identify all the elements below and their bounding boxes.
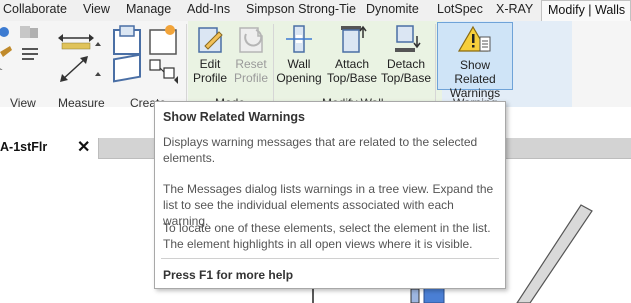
panel-label-view: View	[10, 96, 36, 110]
tab-lotspec[interactable]: LotSpec	[437, 0, 483, 21]
detach-top-base-icon	[395, 25, 421, 52]
detach-top-base-label-1: Detach	[386, 57, 426, 71]
tab-manage[interactable]: Manage	[126, 0, 171, 21]
ribbon-tab-bar: Collaborate View Manage Add-Ins Simpson …	[0, 0, 631, 22]
measure-icon[interactable]	[56, 28, 104, 86]
tab-view[interactable]: View	[83, 0, 110, 21]
panel-label-measure: Measure	[58, 96, 105, 110]
tooltip-help: Press F1 for more help	[163, 268, 294, 282]
show-related-warnings-label-1: Show Related	[454, 58, 496, 86]
angled-wall[interactable]	[516, 204, 593, 303]
panel-separator	[435, 24, 436, 102]
wall-opening-button[interactable]: Wall Opening	[274, 24, 324, 94]
tab-collaborate[interactable]: Collaborate	[3, 0, 67, 21]
wall-opening-label-2: Opening	[276, 71, 322, 85]
tooltip-description: Displays warning messages that are relat…	[163, 135, 478, 165]
tab-modify-walls[interactable]: Modify | Walls	[541, 0, 631, 21]
tooltip-detail-locate: To locate one of these elements, select …	[163, 221, 491, 251]
tab-simpson-strong-tie[interactable]: Simpson Strong-Tie	[246, 0, 356, 21]
attach-top-base-label-1: Attach	[334, 57, 370, 71]
reset-profile-label-1: Reset	[235, 57, 267, 71]
document-tab-label: A-1stFlr	[0, 140, 48, 154]
reset-profile-icon	[239, 27, 263, 53]
warning-icon	[457, 25, 491, 52]
detach-top-base-label-2: Top/Base	[380, 71, 432, 85]
reset-profile-button[interactable]: Reset Profile	[231, 24, 271, 94]
create-tools-icon[interactable]	[110, 24, 184, 96]
tooltip-divider	[161, 258, 499, 259]
selected-wall-segment[interactable]	[410, 288, 420, 303]
edit-profile-label-1: Edit	[199, 57, 221, 71]
wall-opening-icon	[286, 25, 312, 53]
tooltip-title: Show Related Warnings	[163, 110, 305, 124]
attach-top-base-label-2: Top/Base	[326, 71, 378, 85]
wall-opening-label-1: Wall	[287, 57, 311, 71]
attach-top-base-icon	[341, 25, 367, 53]
tab-x-ray[interactable]: X-RAY	[496, 0, 533, 21]
tab-dynomite[interactable]: Dynomite	[366, 0, 419, 21]
close-icon[interactable]: ✕	[77, 137, 90, 157]
edit-profile-button[interactable]: Edit Profile	[190, 24, 230, 94]
edit-profile-icon	[198, 27, 223, 53]
show-related-warnings-button[interactable]: Show Related Warnings	[437, 22, 513, 100]
tooltip: Show Related Warnings Displays warning m…	[154, 101, 506, 289]
attach-top-base-button[interactable]: Attach Top/Base	[326, 24, 378, 94]
document-tab[interactable]: A-1stFlr ✕	[0, 138, 99, 159]
panel-separator	[186, 24, 187, 102]
reset-profile-label-2: Profile	[233, 71, 268, 85]
view-tools-icon[interactable]	[0, 24, 46, 70]
tab-add-ins[interactable]: Add-Ins	[187, 0, 230, 21]
edit-profile-label-2: Profile	[192, 71, 227, 85]
detach-top-base-button[interactable]: Detach Top/Base	[380, 24, 432, 94]
